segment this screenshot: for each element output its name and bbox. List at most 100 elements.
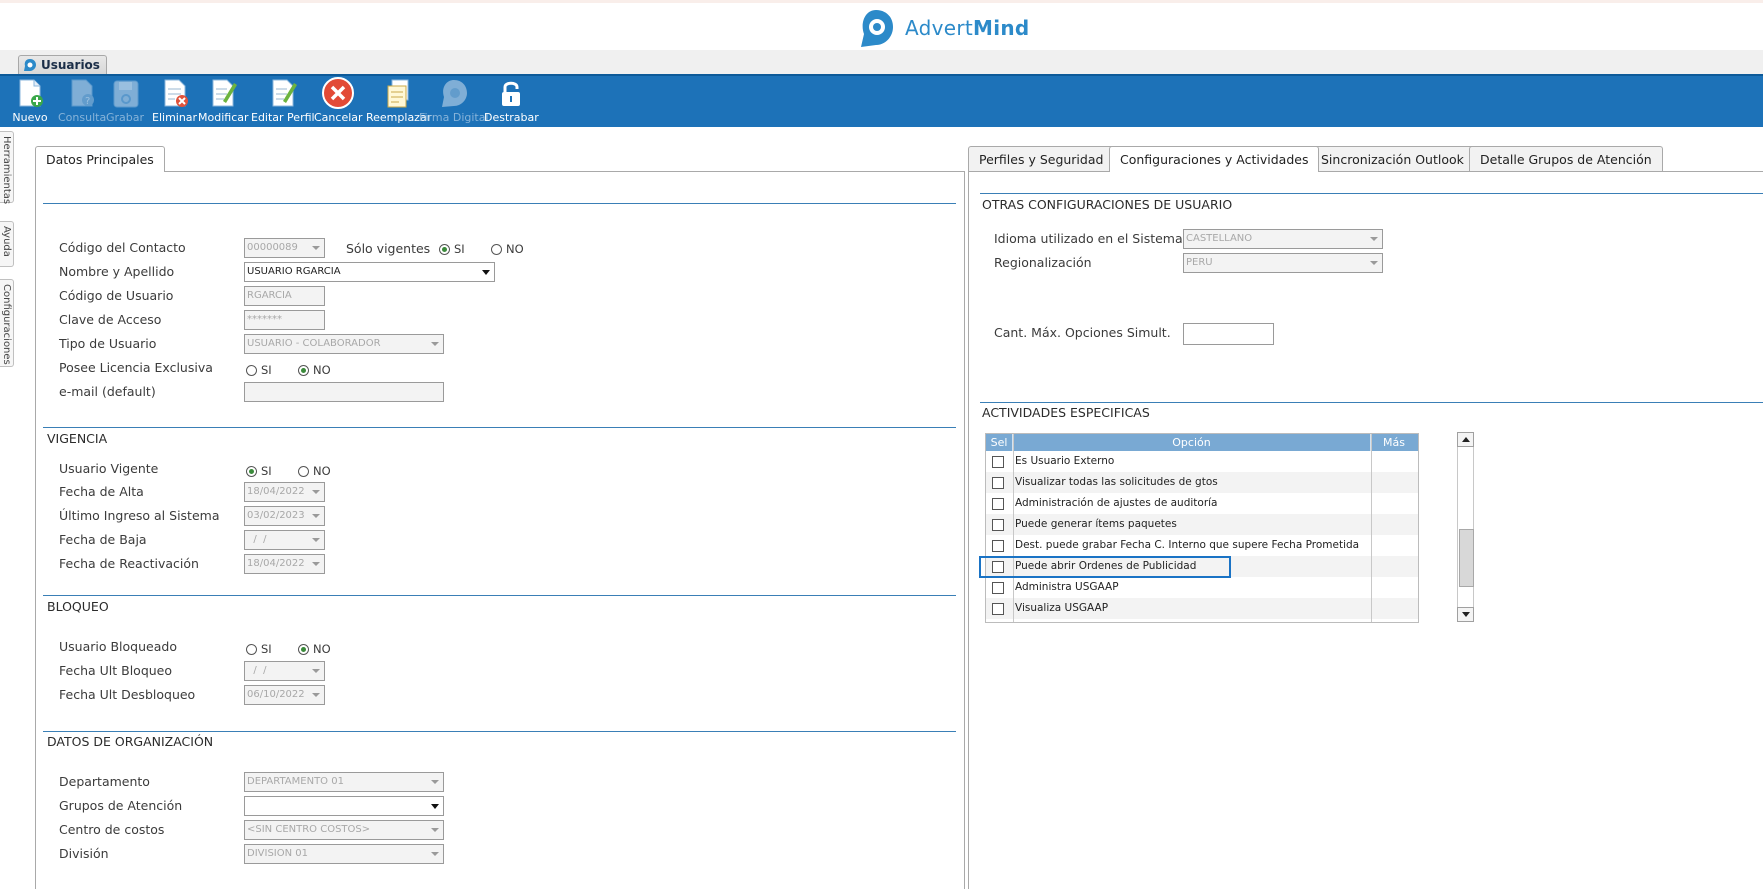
tipo-usuario-value: USUARIO - COLABORADOR: [247, 338, 381, 349]
tab-perfiles-seguridad[interactable]: Perfiles y Seguridad: [968, 146, 1115, 171]
app-window: AdvertMind Usuarios Nuevo ? Consulta Gra…: [0, 0, 1763, 889]
centro-costos-label: Centro de costos: [59, 822, 165, 837]
side-tab-herramientas[interactable]: Herramientas: [0, 131, 14, 205]
regionalizacion-select[interactable]: PERU: [1183, 253, 1383, 273]
licencia-no-radio[interactable]: NO: [298, 363, 331, 377]
sel-checkbox[interactable]: [992, 498, 1004, 510]
fecha-baja-value: / /: [247, 534, 267, 545]
logo-text-bold: Mind: [973, 16, 1030, 40]
fecha-alta-label: Fecha de Alta: [59, 484, 144, 499]
nuevo-button[interactable]: Nuevo: [12, 76, 48, 127]
tab-configuraciones-actividades-label: Configuraciones y Actividades: [1120, 152, 1309, 167]
side-tab-configuraciones[interactable]: Configuraciones: [0, 279, 14, 367]
editar-perfil-button[interactable]: Editar Perfil: [251, 76, 315, 127]
solo-vigentes-si-radio[interactable]: SI: [439, 242, 465, 256]
grabar-button[interactable]: Grabar: [106, 76, 144, 127]
departamento-select[interactable]: DEPARTAMENTO 01: [244, 772, 444, 792]
eliminar-label: Eliminar: [152, 111, 198, 124]
usuario-vigente-no-radio[interactable]: NO: [298, 464, 331, 478]
division-select[interactable]: DIVISION 01: [244, 844, 444, 864]
tipo-usuario-label: Tipo de Usuario: [59, 336, 157, 351]
sel-checkbox[interactable]: [992, 519, 1004, 531]
sel-checkbox[interactable]: [992, 477, 1004, 489]
list-item[interactable]: Dest. puede grabar Fecha C. Interno que …: [986, 535, 1418, 556]
cancelar-label: Cancelar: [314, 111, 363, 124]
solo-vigentes-no-label: NO: [506, 242, 524, 256]
fecha-ult-desbloqueo-input[interactable]: 06/10/2022: [244, 685, 325, 705]
cant-max-input[interactable]: [1183, 323, 1274, 345]
email-input[interactable]: [244, 382, 444, 402]
opcion-label: Dest. puede grabar Fecha C. Interno que …: [1015, 539, 1360, 551]
side-tab-ayuda-label: Ayuda: [1, 226, 12, 257]
fecha-baja-input[interactable]: / /: [244, 530, 325, 550]
ultimo-ingreso-label: Último Ingreso al Sistema: [59, 508, 220, 523]
actividades-scrollbar[interactable]: [1457, 432, 1474, 622]
codigo-usuario-input[interactable]: RGARCIA: [244, 286, 325, 306]
side-tab-herramientas-label: Herramientas: [1, 136, 12, 205]
usuario-vigente-si-radio[interactable]: SI: [246, 464, 272, 478]
list-item[interactable]: Administración de ajustes de auditoría: [986, 493, 1418, 514]
list-item[interactable]: Visualiza USGAAP: [986, 598, 1418, 619]
tab-sincronizacion-outlook[interactable]: Sincronización Outlook: [1310, 146, 1475, 171]
radio-on-icon: [439, 243, 450, 255]
fecha-alta-input[interactable]: 18/04/2022: [244, 482, 325, 502]
tipo-usuario-select[interactable]: USUARIO - COLABORADOR: [244, 334, 444, 354]
chevron-down-icon: [312, 693, 320, 697]
centro-costos-value: <SIN CENTRO COSTOS>: [247, 824, 371, 835]
edit-profile-icon: [272, 79, 297, 107]
firma-digital-button[interactable]: Firma Digital: [419, 76, 489, 127]
fecha-ult-desbloqueo-value: 06/10/2022: [247, 689, 305, 700]
firma-digital-label: Firma Digital: [419, 111, 489, 124]
solo-vigentes-no-radio[interactable]: NO: [491, 242, 524, 256]
usuario-bloqueado-no-label: NO: [313, 642, 331, 656]
sel-checkbox[interactable]: [992, 582, 1004, 594]
ultimo-ingreso-input[interactable]: 03/02/2023: [244, 506, 325, 526]
grupos-atencion-select[interactable]: [244, 796, 444, 816]
radio-off-icon: [246, 643, 257, 655]
clave-acceso-value: *******: [247, 314, 282, 325]
fecha-reactivacion-input[interactable]: 18/04/2022: [244, 554, 325, 574]
clave-acceso-input[interactable]: *******: [244, 310, 325, 330]
clave-acceso-label: Clave de Acceso: [59, 312, 162, 327]
modificar-button[interactable]: Modificar: [198, 76, 249, 127]
side-tab-ayuda[interactable]: Ayuda: [0, 221, 14, 267]
scroll-up-icon[interactable]: [1457, 432, 1474, 447]
codigo-contacto-select[interactable]: 00000089: [244, 238, 325, 258]
tab-configuraciones-actividades[interactable]: Configuraciones y Actividades: [1109, 146, 1320, 172]
idioma-select[interactable]: CASTELLANO: [1183, 229, 1383, 249]
cancelar-button[interactable]: Cancelar: [314, 76, 363, 127]
usuario-vigente-si-label: SI: [261, 464, 272, 478]
fecha-ult-bloqueo-input[interactable]: / /: [244, 661, 325, 681]
destrabar-button[interactable]: Destrabar: [484, 76, 539, 127]
nombre-apellido-select[interactable]: USUARIO RGARCIA: [244, 262, 495, 282]
eliminar-button[interactable]: Eliminar: [152, 76, 197, 127]
sel-checkbox[interactable]: [992, 456, 1004, 468]
scrollbar-thumb[interactable]: [1459, 529, 1474, 587]
codigo-usuario-value: RGARCIA: [247, 290, 292, 301]
consulta-button[interactable]: ? Consulta: [58, 76, 106, 127]
window-tab-label: Usuarios: [41, 58, 100, 72]
query-document-icon: ?: [71, 79, 95, 107]
window-tab-usuarios[interactable]: Usuarios: [18, 55, 107, 74]
centro-costos-select[interactable]: <SIN CENTRO COSTOS>: [244, 820, 444, 840]
scroll-down-icon[interactable]: [1457, 607, 1474, 622]
actividades-grid: Sel Opción Más Es Usuario Externo Visuali…: [985, 433, 1419, 623]
regionalizacion-value: PERU: [1186, 257, 1213, 268]
tab-datos-principales[interactable]: Datos Principales: [35, 146, 165, 172]
organizacion-title: DATOS DE ORGANIZACIÓN: [47, 734, 214, 749]
sel-checkbox[interactable]: [992, 603, 1004, 615]
opcion-label: Administración de ajustes de auditoría: [1015, 497, 1218, 509]
sel-checkbox[interactable]: [992, 540, 1004, 552]
usuario-bloqueado-si-radio[interactable]: SI: [246, 642, 272, 656]
list-item[interactable]: Es Usuario Externo: [986, 451, 1418, 472]
licencia-si-radio[interactable]: SI: [246, 363, 272, 377]
separator-bloqueo: [43, 595, 956, 596]
radio-on-icon: [246, 465, 257, 477]
tab-detalle-grupos-atencion[interactable]: Detalle Grupos de Atención: [1469, 146, 1663, 171]
list-item[interactable]: Visualizar todas las solicitudes de gtos: [986, 472, 1418, 493]
list-item[interactable]: Administra USGAAP: [986, 577, 1418, 598]
chevron-down-icon: [312, 538, 320, 542]
usuario-bloqueado-no-radio[interactable]: NO: [298, 642, 331, 656]
list-item[interactable]: Puede generar ítems paquetes: [986, 514, 1418, 535]
chevron-down-icon: [312, 669, 320, 673]
